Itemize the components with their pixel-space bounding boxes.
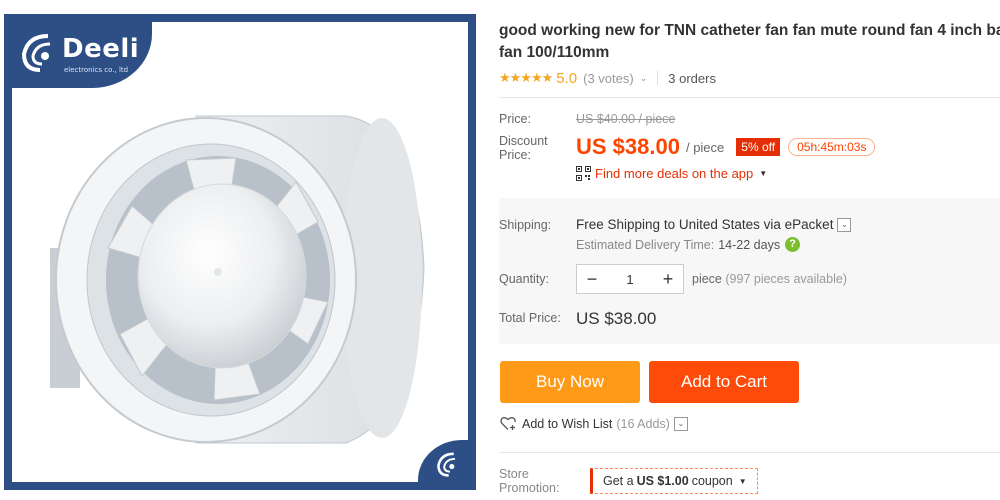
- shipping-label: Shipping:: [499, 218, 552, 232]
- quantity-label: Quantity:: [499, 272, 550, 286]
- coupon-amount: US $1.00: [636, 474, 689, 488]
- product-title-line-1: good working new for TNN catheter fan fa…: [499, 22, 1000, 39]
- fan-product-image: [50, 115, 425, 444]
- delivery-estimate: Estimated Delivery Time: 14-22 days ?: [576, 237, 801, 252]
- free-shipping-text: Free Shipping: [576, 217, 661, 232]
- caret-down-icon: ▼: [759, 169, 768, 178]
- price-unit: / piece: [685, 139, 725, 155]
- price-label: Price:: [499, 112, 531, 126]
- wish-list-count: (16 Adds): [616, 416, 670, 431]
- discount-price-label-2: Price:: [499, 148, 531, 162]
- countdown-timer: 05h:45m:03s: [788, 138, 876, 156]
- decrease-quantity-button[interactable]: −: [577, 265, 607, 293]
- shipping-destination: United States via ePacket: [678, 217, 834, 232]
- app-deals-label: Find more deals on the app: [595, 166, 754, 181]
- product-title: good working new for TNN catheter fan fa…: [499, 20, 1000, 64]
- brand-badge: Deeli electronics co., ltd: [12, 22, 152, 88]
- product-image-area: Deeli electronics co., ltd: [12, 22, 468, 482]
- help-icon[interactable]: ?: [785, 237, 801, 252]
- add-to-cart-button[interactable]: Add to Cart: [649, 361, 799, 403]
- add-to-wish-list-button[interactable]: Add to Wish List (16 Adds) ⌄: [500, 416, 688, 431]
- product-image-frame[interactable]: Deeli electronics co., ltd: [4, 14, 476, 490]
- shipping-dropdown-icon[interactable]: ⌄: [837, 217, 852, 232]
- wish-list-label: Add to Wish List: [522, 416, 613, 431]
- store-coupon-button[interactable]: Get a US $1.00 coupon ▼: [590, 468, 758, 494]
- rating-score: 5.0: [556, 69, 578, 87]
- product-title-line-2: fan 100/110mm: [499, 44, 610, 61]
- delivery-days: 14-22 days: [718, 237, 781, 252]
- rating-row: ★★★★★ 5.0 (3 votes) ⌄ 3 orders: [499, 69, 716, 87]
- original-price: US $40.00 / piece: [576, 112, 676, 126]
- product-details: good working new for TNN catheter fan fa…: [488, 0, 1000, 500]
- coupon-prefix: Get a: [603, 474, 634, 488]
- quantity-unit: piece: [692, 272, 722, 286]
- total-price: US $38.00: [576, 309, 657, 328]
- discount-price-label-1: Discount: [499, 134, 548, 148]
- quantity-stepper: − 1 +: [576, 264, 684, 294]
- store-promotion-label-1: Store: [499, 467, 529, 481]
- star-rating-icon: ★★★★★: [499, 70, 553, 85]
- brand-name: Deeli: [62, 34, 140, 64]
- app-deals-link[interactable]: Find more deals on the app ▼: [576, 166, 767, 181]
- divider: [657, 71, 659, 85]
- deeli-logo-icon: [21, 34, 51, 72]
- chevron-down-icon[interactable]: ⌄: [640, 73, 648, 84]
- buy-now-button[interactable]: Buy Now: [500, 361, 640, 403]
- divider: [499, 97, 1000, 98]
- total-price-label: Total Price:: [499, 311, 561, 325]
- orders-count: 3 orders: [668, 70, 716, 86]
- votes-link[interactable]: (3 votes): [583, 71, 634, 86]
- discount-price: US $38.00: [576, 134, 680, 159]
- quantity-input[interactable]: 1: [607, 272, 653, 287]
- available-count: (997 pieces available): [725, 272, 847, 286]
- discount-price-row: US $38.00 / piece 5% off 05h:45m:03s: [576, 132, 876, 162]
- product-gallery: Deeli electronics co., ltd: [0, 0, 480, 500]
- divider: [499, 452, 1000, 453]
- stock-availability: piece (997 pieces available): [692, 272, 847, 286]
- store-promotion-label-2: Promotion:: [499, 481, 560, 495]
- coupon-suffix: coupon: [691, 474, 733, 488]
- wish-list-dropdown-icon[interactable]: ⌄: [673, 416, 688, 431]
- increase-quantity-button[interactable]: +: [653, 265, 683, 293]
- heart-plus-icon: [500, 417, 516, 430]
- discount-badge: 5% off: [736, 138, 781, 156]
- qr-code-icon: [576, 166, 591, 181]
- brand-tagline: electronics co., ltd: [64, 66, 129, 74]
- watermark-icon: [437, 452, 456, 477]
- shipping-to-word: to: [663, 217, 676, 232]
- delivery-label: Estimated Delivery Time:: [576, 237, 715, 252]
- caret-down-icon: ▼: [738, 476, 747, 486]
- shipping-method[interactable]: Free Shipping to United States via ePack…: [576, 217, 852, 232]
